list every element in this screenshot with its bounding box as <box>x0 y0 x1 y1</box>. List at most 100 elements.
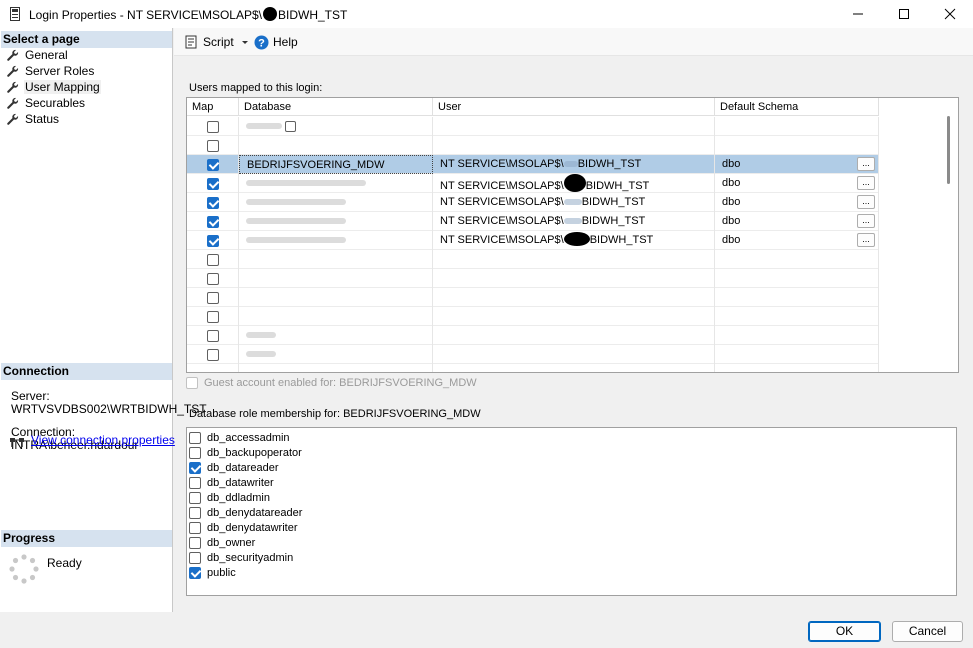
schema-browse-button[interactable]: ... <box>857 233 875 247</box>
redacted-database <box>246 351 276 358</box>
map-checkbox[interactable] <box>206 272 219 285</box>
page-item-securables[interactable]: Securables <box>6 95 86 111</box>
table-row[interactable] <box>187 117 879 136</box>
map-checkbox[interactable] <box>206 234 219 247</box>
column-header-schema[interactable]: Default Schema <box>715 98 879 116</box>
role-checkbox[interactable] <box>189 551 201 564</box>
schema-browse-button[interactable]: ... <box>857 214 875 228</box>
wrench-icon <box>7 49 19 61</box>
role-label: db_accessadmin <box>207 431 290 444</box>
page-item-user-mapping[interactable]: User Mapping <box>6 79 101 95</box>
column-header-user[interactable]: User <box>433 98 715 116</box>
role-item-db-datareader[interactable]: db_datareader <box>189 460 279 475</box>
maximize-button[interactable] <box>881 0 927 28</box>
help-icon: ? <box>254 35 269 49</box>
map-checkbox[interactable] <box>206 348 219 361</box>
role-item-db-denydatawriter[interactable]: db_denydatawriter <box>189 520 298 535</box>
minimize-button[interactable] <box>835 0 881 28</box>
wrench-icon <box>7 113 19 125</box>
role-checkbox[interactable] <box>189 506 201 519</box>
user-suffix: BIDWH_TST <box>581 215 646 227</box>
wrench-icon <box>7 97 19 109</box>
map-checkbox[interactable] <box>206 310 219 323</box>
page-item-status[interactable]: Status <box>6 111 60 127</box>
table-row[interactable] <box>187 364 879 372</box>
window-title-before: Login Properties - NT SERVICE\MSOLAP$\ <box>29 8 262 22</box>
table-row[interactable]: NT SERVICE\MSOLAP$\ BIDWH_TST dbo... <box>187 193 879 212</box>
role-label: public <box>207 566 236 579</box>
role-checkbox[interactable] <box>189 521 201 534</box>
user-cell: NT SERVICE\MSOLAP$\ BIDWH_TST <box>433 193 715 212</box>
connection-header: Connection <box>1 363 172 380</box>
table-row[interactable] <box>187 345 879 364</box>
table-row[interactable] <box>187 288 879 307</box>
map-checkbox[interactable] <box>206 291 219 304</box>
help-button[interactable]: ? Help <box>254 33 298 51</box>
redaction-mark <box>563 174 586 192</box>
view-connection-properties-link[interactable]: View connection properties <box>31 433 175 447</box>
role-item-db-accessadmin[interactable]: db_accessadmin <box>189 430 290 445</box>
user-suffix: BIDWH_TST <box>589 234 654 246</box>
role-checkbox[interactable] <box>189 431 201 444</box>
ok-button[interactable]: OK <box>808 621 881 642</box>
table-row[interactable] <box>187 326 879 345</box>
scrollbar-thumb[interactable] <box>947 116 950 184</box>
page-item-general[interactable]: General <box>6 47 69 63</box>
maximize-icon <box>899 9 909 19</box>
role-checkbox[interactable] <box>189 461 201 474</box>
role-item-db-backupoperator[interactable]: db_backupoperator <box>189 445 302 460</box>
page-item-server-roles[interactable]: Server Roles <box>6 63 95 79</box>
table-row[interactable]: NT SERVICE\MSOLAP$\ BIDWH_TST dbo... <box>187 174 879 193</box>
user-suffix: BIDWH_TST <box>577 158 642 170</box>
map-checkbox[interactable] <box>206 177 219 190</box>
schema-browse-button[interactable]: ... <box>857 157 875 171</box>
script-button[interactable]: Script <box>185 33 251 51</box>
role-item-db-securityadmin[interactable]: db_securityadmin <box>189 550 293 565</box>
guest-account-label: Guest account enabled for: BEDRIJFSVOERI… <box>204 377 477 389</box>
guest-account-checkbox <box>186 377 198 389</box>
table-row[interactable] <box>187 269 879 288</box>
schema-browse-button[interactable]: ... <box>857 176 875 190</box>
map-checkbox[interactable] <box>206 120 219 133</box>
server-value: WRTVSVDBS002\WRTBIDWH_TST <box>11 402 207 416</box>
column-header-database[interactable]: Database <box>239 98 433 116</box>
table-row[interactable]: NT SERVICE\MSOLAP$\ BIDWH_TST dbo... <box>187 231 879 250</box>
map-checkbox[interactable] <box>206 196 219 209</box>
role-checkbox[interactable] <box>189 491 201 504</box>
grid-vertical-scrollbar[interactable] <box>941 98 958 372</box>
table-row[interactable]: NT SERVICE\MSOLAP$\ BIDWH_TST dbo... <box>187 212 879 231</box>
role-checkbox[interactable] <box>189 446 201 459</box>
user-cell: NT SERVICE\MSOLAP$\ BIDWH_TST <box>433 155 715 174</box>
progress-spinner-icon <box>9 554 39 584</box>
map-checkbox[interactable] <box>206 215 219 228</box>
table-row-selected[interactable]: BEDRIJFSVOERING_MDW NT SERVICE\MSOLAP$\ B… <box>187 155 879 174</box>
table-row[interactable] <box>187 307 879 326</box>
column-header-map[interactable]: Map <box>187 98 239 116</box>
role-item-db-denydatareader[interactable]: db_denydatareader <box>189 505 302 520</box>
role-label: db_datawriter <box>207 476 274 489</box>
table-row[interactable] <box>187 250 879 269</box>
close-button[interactable] <box>927 0 973 28</box>
role-checkbox[interactable] <box>189 566 201 579</box>
cancel-button[interactable]: Cancel <box>892 621 963 642</box>
map-checkbox[interactable] <box>206 158 219 171</box>
schema-cell: dbo... <box>715 231 879 250</box>
role-item-public[interactable]: public <box>189 565 236 580</box>
role-item-db-datawriter[interactable]: db_datawriter <box>189 475 274 490</box>
dropdown-arrow-icon <box>241 41 248 44</box>
role-checkbox[interactable] <box>189 536 201 549</box>
user-cell: NT SERVICE\MSOLAP$\ BIDWH_TST <box>433 174 715 193</box>
map-checkbox[interactable] <box>206 253 219 266</box>
redaction-mark <box>563 232 590 246</box>
schema-cell: dbo... <box>715 174 879 193</box>
role-item-db-ddladmin[interactable]: db_ddladmin <box>189 490 270 505</box>
role-item-db-owner[interactable]: db_owner <box>189 535 255 550</box>
schema-browse-button[interactable]: ... <box>857 195 875 209</box>
grid-header: Map Database User Default Schema <box>187 98 879 116</box>
map-checkbox[interactable] <box>206 139 219 152</box>
script-label: Script <box>203 35 234 49</box>
table-row[interactable] <box>187 136 879 155</box>
map-checkbox[interactable] <box>206 329 219 342</box>
role-checkbox[interactable] <box>189 476 201 489</box>
progress-header: Progress <box>1 530 172 547</box>
